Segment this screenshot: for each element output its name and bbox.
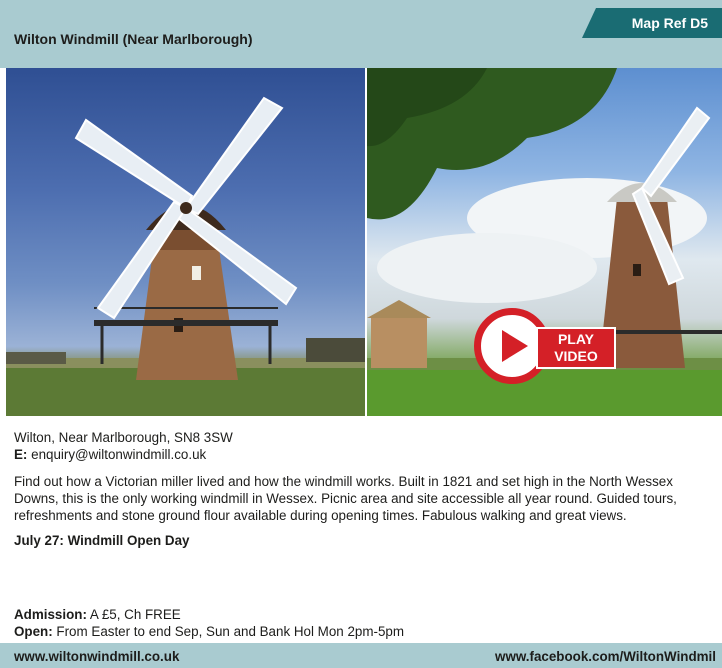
- play-video-button[interactable]: PLAY VIDEO: [464, 306, 622, 388]
- event-highlight: July 27: Windmill Open Day: [14, 533, 190, 548]
- map-ref-tab: Map Ref D5: [582, 8, 722, 38]
- map-ref-label: Map Ref D5: [631, 15, 708, 31]
- footer-band: www.wiltonwindmill.co.uk www.facebook.co…: [0, 643, 722, 668]
- admission-line: Admission: A £5, Ch FREE: [14, 606, 181, 623]
- play-label-line1: PLAY: [557, 331, 595, 347]
- play-video-label[interactable]: PLAY VIDEO: [536, 327, 616, 369]
- facebook-link[interactable]: www.facebook.com/WiltonWindmil: [495, 649, 716, 664]
- website-link[interactable]: www.wiltonwindmill.co.uk: [14, 649, 179, 664]
- windmill-photo: [6, 68, 365, 416]
- video-thumbnail[interactable]: PLAY VIDEO: [367, 68, 722, 416]
- description: Find out how a Victorian miller lived an…: [14, 474, 677, 523]
- email-label: E:: [14, 447, 28, 462]
- play-label-line2: VIDEO: [554, 348, 598, 364]
- admission-value: A £5, Ch FREE: [89, 607, 181, 622]
- play-icon: [502, 330, 528, 362]
- open-label: Open:: [14, 624, 53, 639]
- header-band: Wilton Windmill (Near Marlborough) Map R…: [0, 0, 722, 68]
- open-value: From Easter to end Sep, Sun and Bank Hol…: [56, 624, 405, 639]
- opening-hours-line: Open: From Easter to end Sep, Sun and Ba…: [14, 623, 404, 640]
- windmill-illustration: [6, 96, 365, 416]
- photo-strip: PLAY VIDEO: [6, 68, 722, 416]
- address: Wilton, Near Marlborough, SN8 3SW: [14, 430, 233, 445]
- email-line: E: enquiry@wiltonwindmill.co.uk: [14, 446, 714, 463]
- listing-body: Wilton, Near Marlborough, SN8 3SW E: enq…: [14, 424, 714, 549]
- admission-label: Admission:: [14, 607, 87, 622]
- email-address[interactable]: enquiry@wiltonwindmill.co.uk: [31, 447, 206, 462]
- page-title: Wilton Windmill (Near Marlborough): [14, 31, 253, 47]
